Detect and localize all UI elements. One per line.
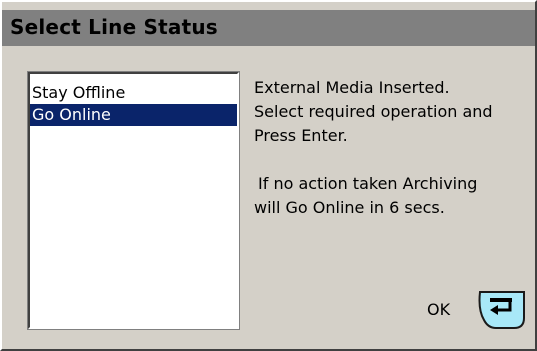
enter-key-button[interactable] <box>476 288 528 332</box>
select-line-status-dialog: Select Line Status Stay Offline Go Onlin… <box>0 0 537 351</box>
list-item-go-online[interactable]: Go Online <box>30 104 237 126</box>
enter-key-icon <box>478 291 525 329</box>
list-item-stay-offline[interactable]: Stay Offline <box>30 82 237 104</box>
message-line: Press Enter. <box>254 126 348 145</box>
message-line: If no action taken Archiving <box>258 174 478 193</box>
message-text: External Media Inserted. Select required… <box>254 76 534 220</box>
line-status-listbox[interactable]: Stay Offline Go Online <box>27 71 240 330</box>
message-line: External Media Inserted. <box>254 78 450 97</box>
ok-label: OK <box>427 300 451 319</box>
message-line: Select required operation and <box>254 102 493 121</box>
dialog-title: Select Line Status <box>10 15 218 39</box>
message-line: will Go Online in 6 secs. <box>254 198 445 217</box>
title-bar: Select Line Status <box>2 10 535 46</box>
